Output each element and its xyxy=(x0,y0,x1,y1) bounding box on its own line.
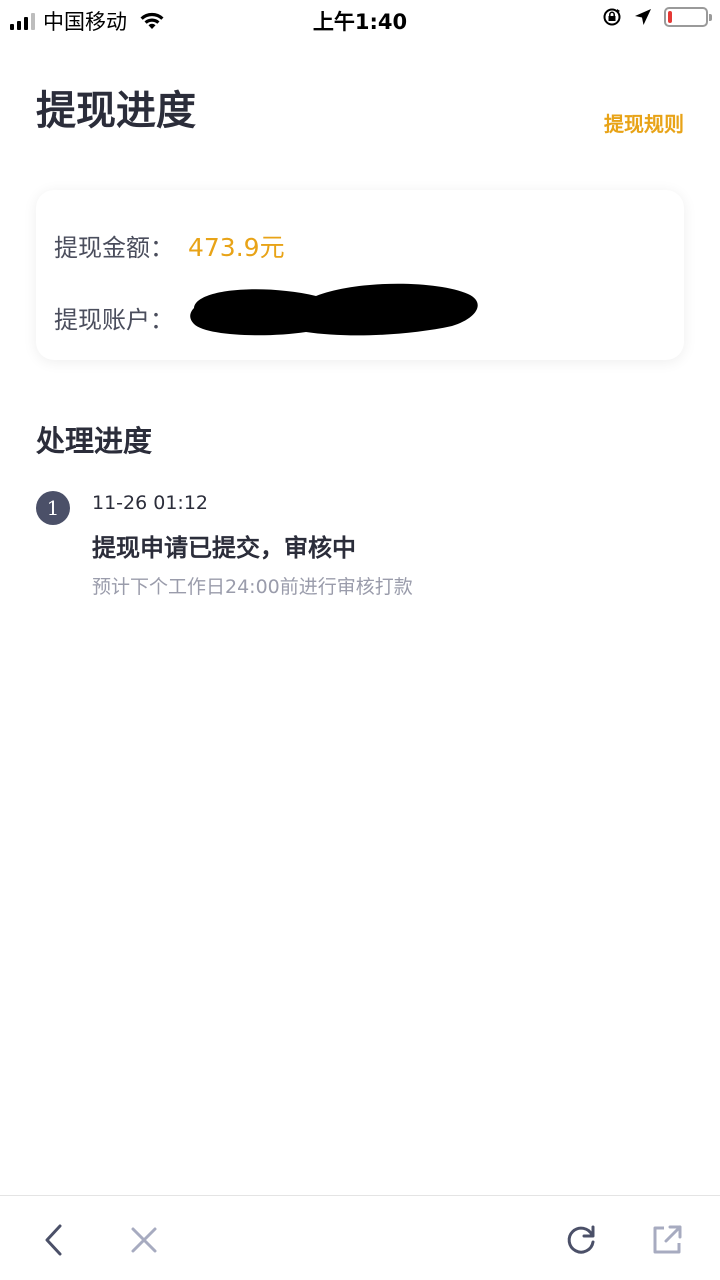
carrier-name: 中国移动 xyxy=(43,10,127,34)
step-description: 预计下个工作日24:00前进行审核打款 xyxy=(92,576,413,598)
account-row: 提现账户： xyxy=(54,300,174,335)
browser-toolbar xyxy=(0,1195,720,1280)
signal-icon xyxy=(10,12,35,30)
step-title: 提现申请已提交，审核中 xyxy=(92,534,356,562)
refresh-button[interactable] xyxy=(561,1220,601,1260)
redaction-mark xyxy=(190,283,478,336)
back-button[interactable] xyxy=(34,1220,74,1260)
wifi-icon xyxy=(140,12,164,29)
close-icon xyxy=(131,1227,157,1253)
close-button[interactable] xyxy=(124,1220,164,1260)
status-left: 中国移动 xyxy=(10,6,165,36)
withdraw-rules-link[interactable]: 提现规则 xyxy=(604,108,684,137)
progress-title: 处理进度 xyxy=(36,424,153,458)
status-bar: 中国移动 上午1:40 xyxy=(0,0,720,40)
account-label: 提现账户： xyxy=(54,306,174,334)
status-right xyxy=(602,7,712,27)
amount-value: 473.9元 xyxy=(188,233,285,262)
share-icon xyxy=(653,1225,682,1254)
refresh-icon xyxy=(567,1225,595,1254)
battery-icon xyxy=(664,7,712,27)
share-button[interactable] xyxy=(647,1220,687,1260)
rotation-lock-icon xyxy=(603,8,621,26)
back-icon xyxy=(45,1224,62,1256)
step-time: 11-26 01:12 xyxy=(92,492,209,514)
step-number-badge: 1 xyxy=(36,491,70,525)
location-arrow-icon xyxy=(635,9,651,25)
amount-label: 提现金额： xyxy=(54,234,174,262)
amount-row: 提现金额： 473.9元 xyxy=(54,228,285,264)
battery-level xyxy=(668,11,672,23)
withdraw-summary-card: 提现金额： 473.9元 提现账户： xyxy=(36,190,684,360)
page-title: 提现进度 xyxy=(36,88,196,134)
